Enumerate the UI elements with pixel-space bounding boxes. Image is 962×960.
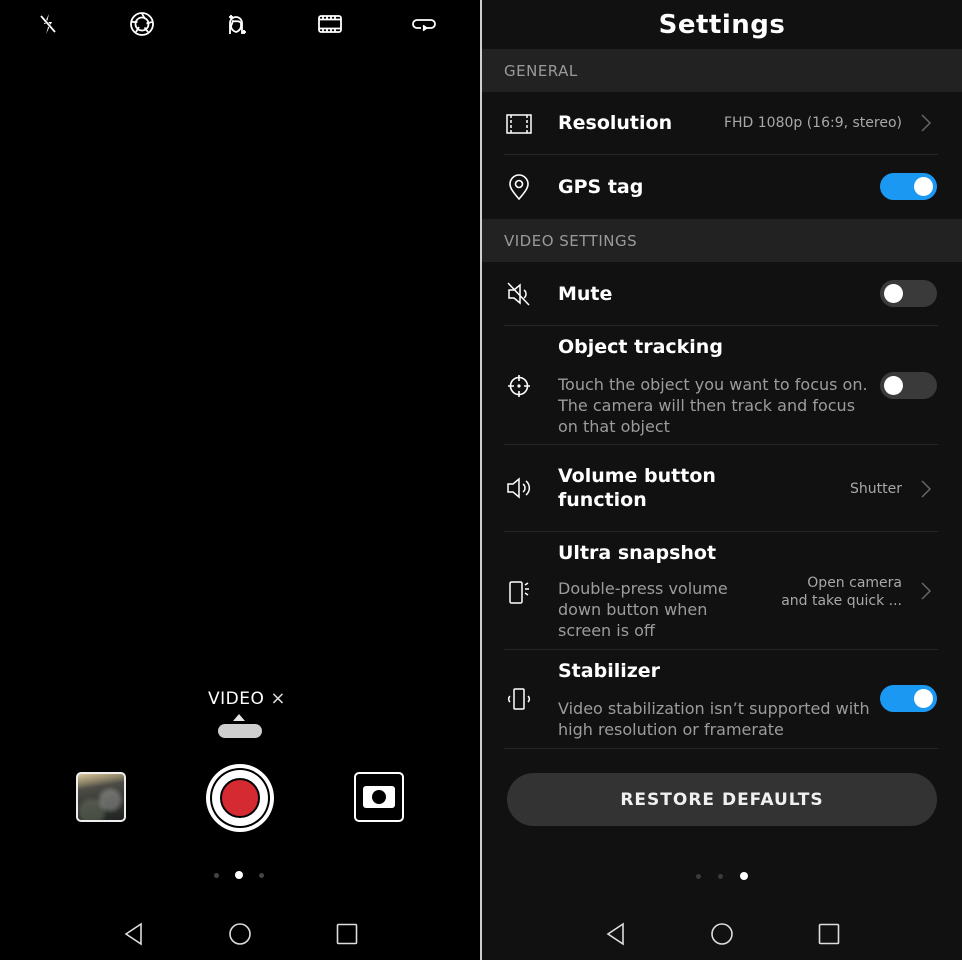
mode-indicator[interactable]: VIDEO × (208, 688, 286, 709)
flash-off-icon[interactable] (34, 10, 62, 38)
stabilizer-icon (504, 684, 534, 714)
setting-mute: Mute (482, 262, 962, 326)
setting-value: Shutter (850, 481, 902, 497)
setting-value: Open camera and take quick ... (781, 575, 902, 609)
setting-title: Ultra snapshot (558, 542, 717, 564)
close-mode-icon[interactable]: × (270, 688, 286, 709)
phone-snapshot-icon (504, 577, 534, 607)
setting-resolution[interactable]: Resolution FHD 1080p (16:9, stereo) (482, 92, 962, 155)
beauty-icon[interactable] (222, 10, 250, 38)
page-indicator (696, 872, 748, 880)
recents-icon[interactable] (335, 922, 359, 946)
gps-tag-toggle[interactable] (880, 173, 937, 200)
chevron-right-icon (921, 480, 932, 498)
back-icon[interactable] (604, 922, 628, 946)
page-dot[interactable] (696, 873, 701, 879)
setting-title: GPS tag (558, 176, 644, 198)
setting-title: Volume button function (558, 465, 716, 511)
object-tracking-toggle[interactable] (880, 372, 937, 399)
home-icon[interactable] (228, 922, 252, 946)
page-dot[interactable] (718, 873, 723, 879)
camera-top-bar (0, 0, 480, 48)
recents-icon[interactable] (817, 922, 841, 946)
record-button[interactable] (206, 764, 274, 832)
setting-title: Mute (558, 283, 613, 305)
section-header-video: VIDEO SETTINGS (482, 219, 962, 262)
setting-title: Object tracking (558, 336, 723, 358)
mute-icon (504, 279, 534, 309)
navigation-bar (482, 900, 962, 960)
setting-stabilizer: Stabilizer Video stabilization isn’t sup… (482, 650, 962, 749)
crosshair-icon (504, 371, 534, 401)
setting-description: Video stabilization isn’t supported with… (558, 699, 870, 739)
gallery-thumbnail[interactable] (76, 772, 126, 822)
stabilizer-toggle[interactable] (880, 685, 937, 712)
film-frame-icon (504, 109, 534, 139)
chevron-right-icon (921, 582, 932, 600)
restore-defaults-button[interactable]: RESTORE DEFAULTS (507, 773, 937, 826)
camera-screen: VIDEO × (0, 0, 480, 960)
loop-icon[interactable] (410, 10, 438, 38)
switch-to-photo-button[interactable] (354, 772, 404, 822)
home-icon[interactable] (710, 922, 734, 946)
section-header-general: GENERAL (482, 49, 962, 92)
navigation-bar (0, 900, 480, 960)
settings-screen: Settings GENERAL Resolution FHD 1080p (1… (482, 0, 962, 960)
page-dot-active[interactable] (235, 871, 243, 879)
setting-description: Touch the object you want to focus on. T… (558, 375, 868, 436)
location-pin-icon (504, 172, 534, 202)
record-icon (220, 778, 260, 818)
setting-gps-tag: GPS tag (482, 155, 962, 219)
mode-drawer-handle[interactable] (218, 724, 262, 738)
aperture-icon[interactable] (128, 10, 156, 38)
setting-description: Double-press volume down button when scr… (558, 579, 728, 640)
speaker-icon (504, 473, 534, 503)
mute-toggle[interactable] (880, 280, 937, 307)
setting-title: Stabilizer (558, 660, 661, 682)
caret-up-icon (233, 714, 245, 721)
page-title: Settings (658, 9, 786, 40)
setting-volume-button-function[interactable]: Volume button function Shutter (482, 445, 962, 532)
setting-ultra-snapshot[interactable]: Ultra snapshot Double-press volume down … (482, 532, 962, 650)
chevron-right-icon (921, 114, 932, 132)
page-dot[interactable] (259, 872, 264, 878)
mode-label: VIDEO (208, 688, 265, 709)
page-dot-active[interactable] (740, 872, 748, 880)
camera-icon (363, 786, 395, 808)
back-icon[interactable] (122, 922, 146, 946)
film-icon[interactable] (316, 10, 344, 38)
setting-object-tracking: Object tracking Touch the object you wan… (482, 326, 962, 445)
page-indicator (214, 871, 264, 879)
setting-title: Resolution (558, 112, 673, 134)
setting-value: FHD 1080p (16:9, stereo) (723, 115, 902, 131)
page-dot[interactable] (214, 872, 219, 878)
